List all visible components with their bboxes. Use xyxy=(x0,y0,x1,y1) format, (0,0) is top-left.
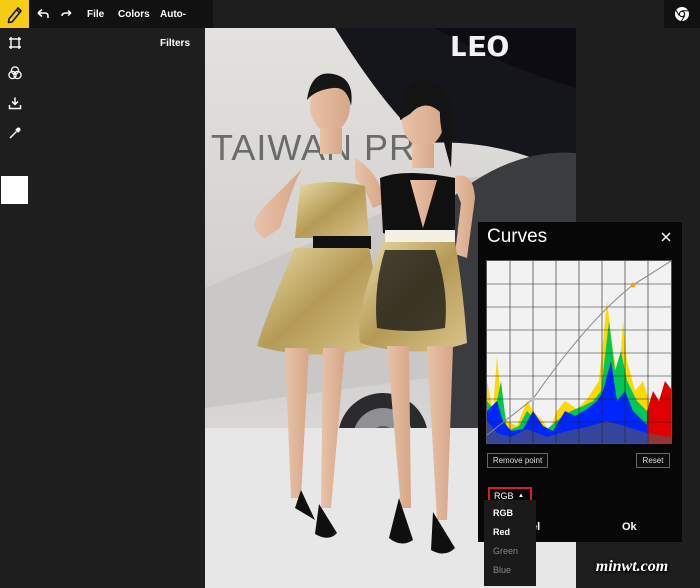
left-sidebar xyxy=(0,28,29,588)
crop-icon xyxy=(8,37,21,49)
menu-colors[interactable]: Colors xyxy=(118,0,150,28)
redo-button[interactable] xyxy=(59,0,75,28)
current-color-swatch[interactable] xyxy=(1,176,28,204)
reset-button[interactable]: Reset xyxy=(636,453,670,468)
download-button[interactable] xyxy=(0,89,29,117)
pencil-icon xyxy=(7,7,22,24)
crop-tool-button[interactable] xyxy=(0,29,29,57)
channel-option-red[interactable]: Red xyxy=(493,527,510,537)
color-circles-icon xyxy=(7,66,22,80)
pencil-tool-button[interactable] xyxy=(0,0,29,28)
watermark: minwt.com xyxy=(595,558,669,575)
redo-icon xyxy=(61,9,72,17)
eyedropper-button[interactable] xyxy=(0,119,29,147)
download-icon xyxy=(8,97,21,110)
eyedropper-icon xyxy=(8,127,20,139)
curves-graph[interactable] xyxy=(486,260,672,444)
chrome-button[interactable] xyxy=(664,0,700,28)
color-adjust-button[interactable] xyxy=(0,59,29,87)
top-toolbar: File Colors Auto-Filters xyxy=(0,0,213,49)
menu-auto-filters[interactable]: Auto-Filters xyxy=(160,0,213,49)
menu-file[interactable]: File xyxy=(87,0,104,28)
curves-dialog: Curves Remove point Reset RGB ▲ el Ok xyxy=(478,222,682,542)
close-icon[interactable] xyxy=(659,230,673,244)
channel-option-blue[interactable]: Blue xyxy=(493,565,511,575)
undo-button[interactable] xyxy=(34,0,52,28)
dialog-title: Curves xyxy=(487,226,548,247)
backdrop-text: TAIWAN PR xyxy=(211,127,416,168)
svg-text:ʟᴇᴏ: ʟᴇᴏ xyxy=(450,28,509,65)
channel-option-green[interactable]: Green xyxy=(493,546,518,556)
channel-option-rgb[interactable]: RGB xyxy=(493,508,513,518)
ok-button[interactable]: Ok xyxy=(622,521,637,533)
curves-histogram xyxy=(487,261,671,443)
undo-icon xyxy=(37,8,49,18)
channel-dropdown-list: RGB Red Green Blue xyxy=(484,500,536,586)
chrome-icon xyxy=(675,7,689,22)
remove-point-button[interactable]: Remove point xyxy=(487,453,548,468)
